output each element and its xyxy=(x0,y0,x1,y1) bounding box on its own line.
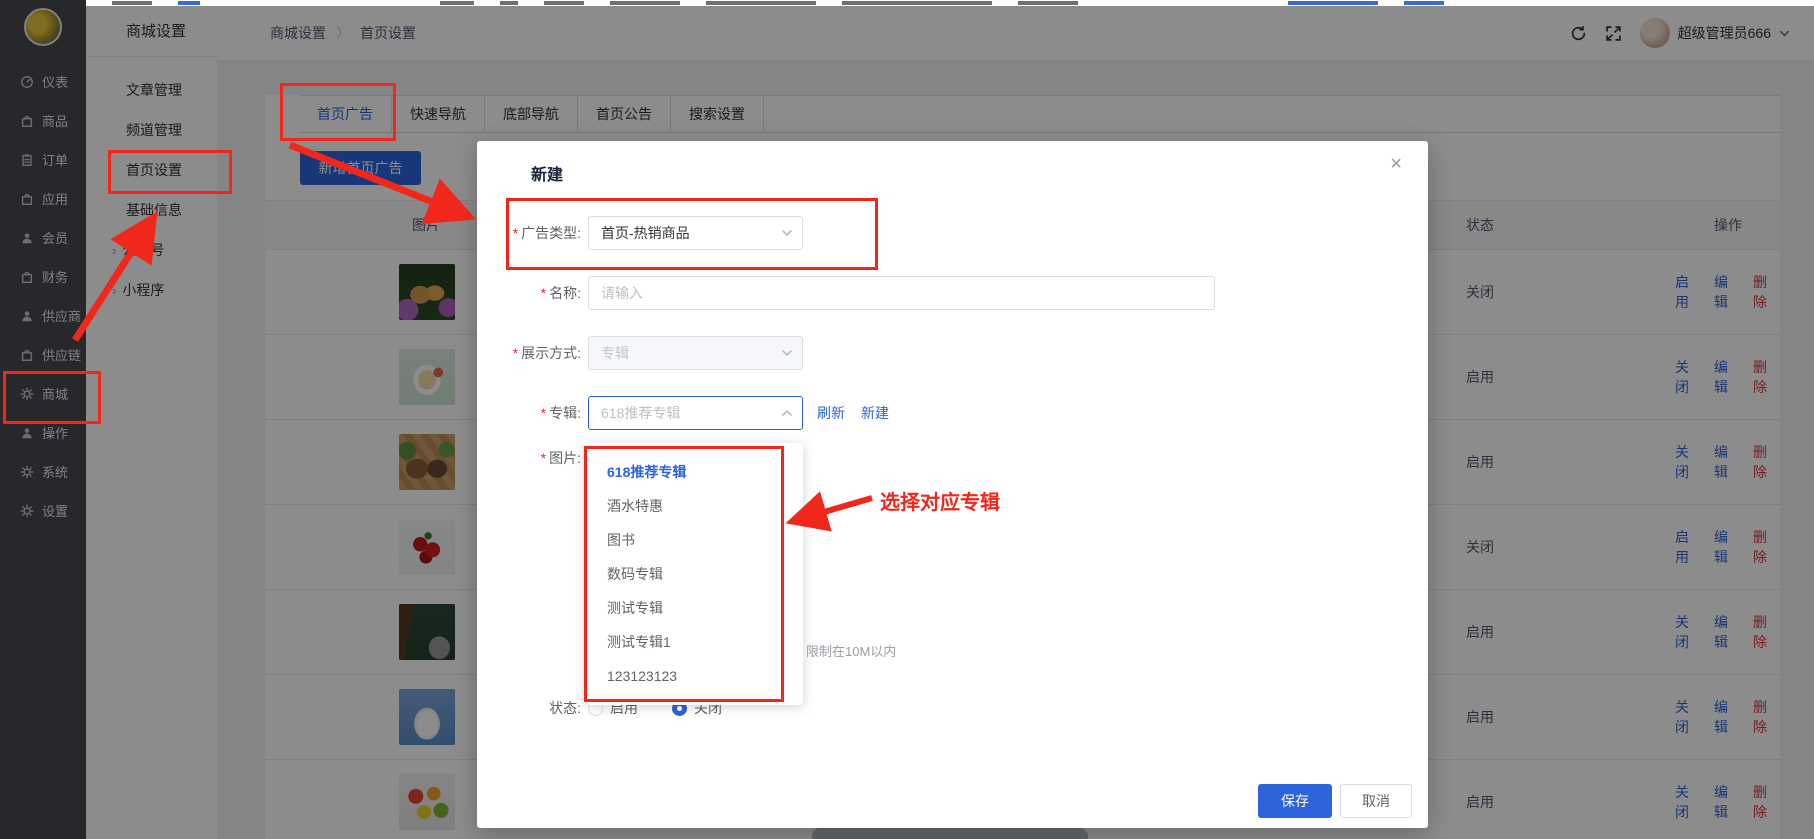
album-option[interactable]: 图书 xyxy=(586,523,803,557)
modal-title: 新建 xyxy=(531,161,563,185)
upload-size-hint: 限制在10M以内 xyxy=(806,641,896,660)
close-icon[interactable]: × xyxy=(1390,153,1402,176)
album-select-value: 618推荐专辑 xyxy=(601,403,680,423)
album-option-label: 酒水特惠 xyxy=(607,498,663,514)
ad-type-select[interactable]: 首页-热销商品 xyxy=(588,216,803,250)
annotation-note: 选择对应专辑 xyxy=(880,486,1000,515)
album-option-label: 数码专辑 xyxy=(607,566,663,582)
app-viewport: 仪表 商品 订单 应用 会员 财务 供应 xyxy=(0,0,1814,839)
album-option[interactable]: 数码专辑 xyxy=(586,557,803,591)
chevron-down-icon xyxy=(781,227,793,239)
album-option[interactable]: 测试专辑1 xyxy=(586,625,803,659)
status-label: 状态: xyxy=(477,691,581,725)
album-dropdown: 618推荐专辑 酒水特惠 图书 数码专辑 测试专辑 测试专辑1 12312312… xyxy=(586,443,803,705)
display-mode-value: 专辑 xyxy=(601,343,629,363)
cancel-button[interactable]: 取消 xyxy=(1340,784,1412,818)
album-option-label: 618推荐专辑 xyxy=(607,464,686,480)
save-button[interactable]: 保存 xyxy=(1258,784,1332,818)
display-mode-select: 专辑 xyxy=(588,336,803,370)
album-option-label: 123123123 xyxy=(607,668,677,684)
album-label: *专辑: xyxy=(477,396,581,430)
chevron-down-icon xyxy=(781,347,793,359)
browser-top-strip xyxy=(86,0,1814,6)
new-album-link[interactable]: 新建 xyxy=(861,403,889,423)
name-label: *名称: xyxy=(477,276,581,310)
album-links: 刷新 新建 xyxy=(817,396,889,430)
album-select[interactable]: 618推荐专辑 xyxy=(588,396,803,430)
ad-type-value: 首页-热销商品 xyxy=(601,223,690,243)
name-input[interactable] xyxy=(588,276,1215,310)
ad-type-label: *广告类型: xyxy=(477,216,581,250)
album-option[interactable]: 酒水特惠 xyxy=(586,489,803,523)
album-option-label: 图书 xyxy=(607,532,635,548)
album-option-label: 测试专辑1 xyxy=(607,634,671,650)
image-label: *图片: xyxy=(477,441,581,475)
create-ad-modal: 新建 × *广告类型: 首页-热销商品 *名称: *展示方式: 专辑 *专辑: … xyxy=(477,141,1428,828)
album-option[interactable]: 123123123 xyxy=(586,659,803,693)
chevron-up-icon xyxy=(781,407,793,419)
display-mode-label: *展示方式: xyxy=(477,336,581,370)
bottom-scroll-pill xyxy=(812,828,1088,839)
refresh-album-link[interactable]: 刷新 xyxy=(817,403,845,423)
album-option-label: 测试专辑 xyxy=(607,600,663,616)
album-option[interactable]: 618推荐专辑 xyxy=(586,455,803,489)
album-option[interactable]: 测试专辑 xyxy=(586,591,803,625)
